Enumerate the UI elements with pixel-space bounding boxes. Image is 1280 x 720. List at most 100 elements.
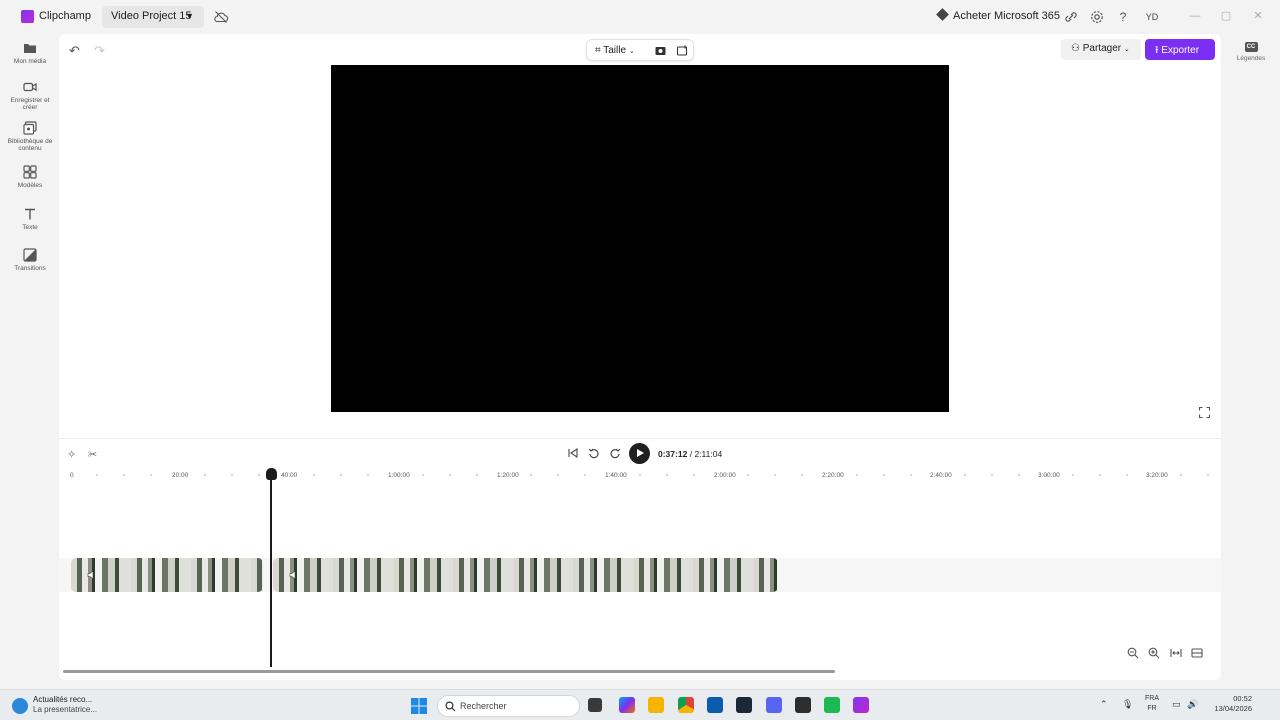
ruler-label: 2:20:00 [822, 472, 844, 479]
clock[interactable]: 00:52 13/04/2026 [1208, 694, 1252, 714]
cloud-offline-icon[interactable] [213, 9, 229, 25]
app-icon[interactable] [795, 697, 811, 713]
share-label: Partager [1082, 43, 1122, 54]
store-icon[interactable] [707, 697, 723, 713]
share-button[interactable]: ⚇ Partager ⌄ [1061, 39, 1141, 60]
preview-toolbar: ⌗ Taille ⌄ [586, 39, 694, 61]
file-explorer-icon[interactable] [648, 697, 664, 713]
skip-to-start-icon[interactable] [567, 447, 579, 459]
sidebar-item-transitions[interactable]: Transitions [5, 248, 55, 272]
left-sidebar: Mon média Enregistrer et créer Bibliothè… [5, 34, 57, 680]
zoom-in-icon[interactable] [1148, 647, 1160, 659]
ruler-tick [856, 474, 858, 476]
copilot-icon[interactable] [619, 697, 635, 713]
play-button[interactable] [629, 443, 650, 464]
forward-5s-icon[interactable] [609, 447, 621, 459]
undo-icon[interactable]: ↶ [69, 43, 80, 59]
sidebar-item-content-library[interactable]: Bibliothèque de contenu [5, 121, 55, 152]
ruler-tick [693, 474, 695, 476]
zoom-out-icon[interactable] [1127, 647, 1139, 659]
help-icon[interactable]: ? [1115, 9, 1131, 25]
sidebar-item-label: Mon média [13, 58, 47, 65]
video-clip[interactable] [71, 558, 263, 592]
timecode: 0:37:12 / 2:11:04 [658, 449, 722, 459]
speaker-icon[interactable]: 🔊 [1187, 699, 1198, 710]
ruler-tick [422, 474, 424, 476]
rewind-5s-icon[interactable] [588, 447, 600, 459]
timeline-scrollbar[interactable] [63, 670, 835, 673]
sidebar-item-label: Modèles [17, 182, 43, 189]
time-separator: / [689, 449, 693, 459]
search-placeholder: Rechercher [460, 701, 507, 711]
news-widget-icon[interactable] [12, 698, 28, 714]
ruler-label: 3:00:00 [1038, 472, 1060, 479]
upload-icon: ⭱ [1155, 45, 1159, 56]
captions-icon: CC [1244, 42, 1258, 52]
close-icon[interactable]: ✕ [1251, 9, 1265, 23]
export-button[interactable]: ⭱ Exporter [1145, 39, 1215, 60]
ruler-tick [639, 474, 641, 476]
ruler-tick [340, 474, 342, 476]
buy-microsoft-365-button[interactable]: Acheter Microsoft 365 [936, 8, 1060, 22]
split-scissors-icon[interactable]: ✂ [88, 448, 97, 461]
chrome-icon[interactable] [678, 697, 694, 713]
ruler-tick [991, 474, 993, 476]
language-indicator[interactable]: FRA FR [1145, 694, 1159, 714]
fullscreen-icon[interactable] [1199, 407, 1210, 418]
news-subtitle[interactable]: La presentatrice... [33, 705, 97, 714]
current-time: 0:37:12 [658, 449, 688, 459]
ruler-tick [367, 474, 369, 476]
sidebar-item-my-media[interactable]: Mon média [5, 41, 55, 65]
ruler-tick [584, 474, 586, 476]
spotify-icon[interactable] [824, 697, 840, 713]
sidebar-item-record-create[interactable]: Enregistrer et créer [5, 80, 55, 111]
sidebar-item-templates[interactable]: Modèles [5, 165, 55, 189]
captions-button[interactable]: CC Légendes [1236, 42, 1266, 62]
ruler-tick [1018, 474, 1020, 476]
timeline-ruler[interactable]: 0 20:00 40:00 1:00:00 1:20:00 1:40:00 2:… [59, 466, 1221, 484]
ruler-tick [449, 474, 451, 476]
magic-edit-icon[interactable]: ✧ [67, 448, 76, 461]
add-frame-icon[interactable] [677, 45, 688, 56]
taskbar-search[interactable]: Rechercher [437, 695, 580, 717]
ruler-tick [476, 474, 478, 476]
avatar[interactable]: YD [1141, 7, 1163, 27]
maximize-icon[interactable]: ▢ [1219, 9, 1233, 23]
project-name: Video Project 15 [111, 10, 192, 22]
clipchamp-taskbar-icon[interactable] [853, 697, 869, 713]
video-preview[interactable] [331, 65, 949, 412]
ruler-tick [1072, 474, 1074, 476]
connect-icon[interactable] [1063, 9, 1079, 25]
microphone-icon[interactable]: 🎙 [1122, 699, 1133, 710]
fit-to-timeline-icon[interactable] [1170, 647, 1182, 659]
playhead[interactable] [270, 479, 272, 667]
timeline-layout-icon[interactable] [1191, 647, 1203, 659]
wifi-icon[interactable]: ▭ [1172, 699, 1181, 710]
people-icon: ⚇ [1071, 43, 1080, 54]
gear-icon[interactable] [1089, 9, 1105, 25]
diamond-icon [936, 8, 949, 21]
task-view-icon[interactable] [588, 698, 602, 712]
size-label: Taille [603, 45, 627, 56]
ruler-tick [258, 474, 260, 476]
playhead-handle[interactable] [266, 468, 277, 480]
library-icon [23, 121, 37, 135]
project-name-dropdown[interactable]: Video Project 15 ▼ [102, 6, 204, 28]
sidebar-item-text[interactable]: Texte [5, 207, 55, 231]
video-clip[interactable] [273, 558, 778, 592]
news-title[interactable]: Actualités reco... [33, 695, 92, 704]
sidebar-item-label: Enregistrer et créer [10, 97, 50, 111]
windows-start-icon[interactable] [411, 698, 427, 714]
title-bar: Clipchamp Video Project 15 ▼ Acheter Mic… [0, 0, 1280, 34]
size-button[interactable]: ⌗ Taille ⌄ [595, 45, 635, 56]
minimize-icon[interactable]: — [1188, 9, 1202, 23]
ruler-label: 40:00 [281, 472, 298, 479]
steam-icon[interactable] [736, 697, 752, 713]
ruler-tick [1099, 474, 1101, 476]
camera-icon [23, 82, 37, 92]
background-remove-icon[interactable] [655, 45, 666, 56]
chevron-up-icon[interactable]: ⌃ [1100, 699, 1108, 710]
clipchamp-logo-icon [21, 10, 34, 23]
ruler-tick [964, 474, 966, 476]
discord-icon[interactable] [766, 697, 782, 713]
